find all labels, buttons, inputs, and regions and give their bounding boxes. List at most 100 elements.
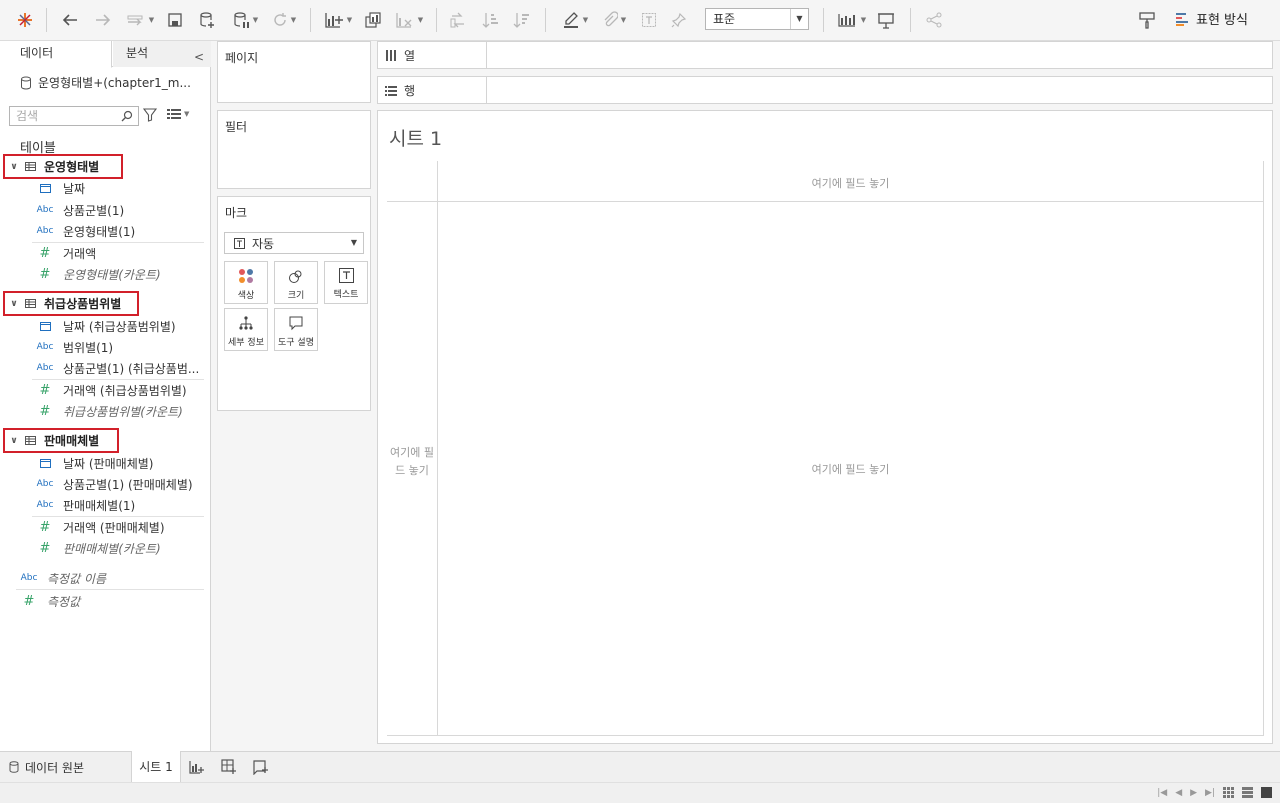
cards-pane: 페이지 필터 마크 자동 ▼ 색상 크기 텍스트 세부 정보 도구 설명 — [212, 41, 377, 751]
field-dimension[interactable]: Abc 범위별(1) — [36, 337, 114, 357]
filter-icon[interactable] — [142, 108, 158, 125]
toolbar: ▼ ▼ ▼ ▼ ▼ ▼ ▼ 표준 ▼ ▼ 표현 방식 — [0, 0, 1280, 41]
field-measure-names[interactable]: Abc 측정값 이름 — [20, 568, 106, 588]
show-sheet-sorter-icon[interactable] — [1223, 787, 1234, 798]
text-icon — [338, 268, 354, 283]
field-date[interactable]: 날짜 (판매매체별) — [36, 453, 153, 473]
show-me-button[interactable]: 표현 방식 — [1176, 9, 1248, 28]
rows-icon — [385, 85, 397, 96]
view-options-icon[interactable]: ▼ — [167, 108, 189, 120]
last-sheet-icon[interactable]: ▶| — [1205, 788, 1215, 798]
datasource-item[interactable]: 운영형태별+(chapter1_m... — [20, 74, 191, 91]
prev-sheet-icon[interactable]: ◀ — [1175, 788, 1182, 798]
tab-sheet-1[interactable]: 시트 1 — [131, 751, 181, 782]
new-datasource-icon[interactable] — [195, 8, 219, 32]
field-measure[interactable]: # 거래액 (판매매체별) — [36, 517, 165, 537]
presentation-mode-icon[interactable] — [874, 8, 898, 32]
field-measure[interactable]: # 취급상품범위별(카운트) — [36, 401, 183, 421]
show-tabs-icon[interactable] — [1261, 787, 1272, 798]
fit-select-value: 표준 — [713, 12, 736, 26]
group-members-icon[interactable]: ▼ — [596, 8, 632, 32]
mark-type-value: 자동 — [252, 236, 275, 251]
table-header-운영형태별[interactable]: ∨ 운영형태별 — [3, 154, 123, 179]
calendar-icon — [36, 321, 54, 331]
field-dimension[interactable]: Abc 상품군별(1) (판매매체별) — [36, 474, 193, 494]
highlight-icon[interactable]: ▼ — [557, 8, 593, 32]
sheet-title[interactable]: 시트 1 — [389, 124, 442, 151]
refresh-icon[interactable]: ▼ — [266, 8, 302, 32]
save-icon[interactable] — [164, 8, 186, 32]
clear-sheet-icon[interactable]: ▼ — [391, 8, 427, 32]
new-dashboard-icon[interactable] — [221, 759, 237, 778]
field-date[interactable]: 날짜 (취급상품범위별) — [36, 316, 176, 336]
table-name: 운영형태별 — [44, 160, 100, 174]
collapse-pane-icon[interactable]: < — [194, 45, 204, 69]
filters-card[interactable]: 필터 — [217, 110, 371, 189]
field-measure[interactable]: # 운영형태별(카운트) — [36, 264, 161, 284]
mark-type-select[interactable]: 자동 ▼ — [224, 232, 364, 254]
pause-auto-update-icon[interactable]: ▼ — [227, 8, 263, 32]
share-icon[interactable] — [922, 8, 946, 32]
format-painter-icon[interactable] — [1136, 8, 1158, 32]
color-button[interactable]: 색상 — [224, 261, 268, 304]
sort-ascending-icon[interactable] — [479, 8, 503, 32]
abc-icon: Abc — [36, 363, 54, 373]
new-worksheet-icon[interactable]: ▼ — [320, 8, 356, 32]
drop-zone-center[interactable]: 여기에 필드 놓기 — [438, 461, 1263, 477]
field-label: 판매매체별(1) — [63, 498, 136, 513]
field-label: 상품군별(1) — [63, 203, 125, 218]
table-name: 취급상품범위별 — [44, 297, 122, 311]
rows-shelf[interactable]: 행 — [377, 76, 1273, 104]
chevron-down-icon: ∨ — [10, 435, 18, 446]
fit-select[interactable]: 표준 ▼ — [705, 8, 809, 30]
drop-zone-top[interactable]: 여기에 필드 놓기 — [438, 175, 1263, 191]
text-button[interactable]: 텍스트 — [324, 261, 368, 304]
first-sheet-icon[interactable]: |◀ — [1157, 788, 1167, 798]
field-label: 거래액 (취급상품범위별) — [63, 383, 187, 398]
redo-icon[interactable] — [91, 8, 115, 32]
columns-shelf[interactable]: 열 — [377, 41, 1273, 69]
search-input[interactable]: 검색 — [9, 106, 139, 126]
pages-card[interactable]: 페이지 — [217, 41, 371, 103]
undo-icon[interactable] — [58, 8, 82, 32]
database-icon — [21, 76, 31, 90]
show-me-label: 표현 방식 — [1196, 13, 1248, 28]
tooltip-button[interactable]: 도구 설명 — [274, 308, 318, 351]
field-dimension[interactable]: Abc 상품군별(1) (취급상품범... — [36, 358, 200, 378]
field-measure[interactable]: # 거래액 — [36, 243, 97, 263]
field-label: 날짜 (취급상품범위별) — [63, 319, 176, 334]
field-date[interactable]: 날짜 — [36, 178, 85, 198]
tab-datasource[interactable]: 데이터 원본 — [9, 752, 84, 782]
tab-analysis[interactable]: 분석 < — [113, 41, 211, 67]
search-icon — [121, 109, 133, 127]
swap-rows-columns-icon[interactable] — [446, 8, 470, 32]
color-icon — [239, 269, 253, 283]
field-label: 운영형태별(카운트) — [63, 267, 161, 282]
fix-axes-icon[interactable] — [667, 8, 691, 32]
size-button[interactable]: 크기 — [274, 261, 318, 304]
new-worksheet-icon[interactable] — [189, 759, 205, 778]
table-icon — [25, 434, 36, 448]
field-label: 거래액 (판매매체별) — [63, 520, 165, 535]
field-dimension[interactable]: Abc 판매매체별(1) — [36, 495, 136, 515]
show-mark-labels-icon[interactable] — [637, 8, 661, 32]
show-filmstrip-icon[interactable] — [1242, 787, 1253, 798]
detail-button[interactable]: 세부 정보 — [224, 308, 268, 351]
sort-descending-icon[interactable] — [510, 8, 534, 32]
field-dimension[interactable]: Abc 운영형태별(1) — [36, 221, 136, 241]
duplicate-sheet-icon[interactable] — [361, 8, 385, 32]
field-measure-values[interactable]: # 측정값 — [20, 591, 81, 611]
abc-icon: Abc — [36, 500, 54, 510]
field-measure[interactable]: # 거래액 (취급상품범위별) — [36, 380, 187, 400]
replace-data-icon[interactable]: ▼ — [122, 8, 158, 32]
new-story-icon[interactable] — [253, 759, 269, 778]
field-dimension[interactable]: Abc 상품군별(1) — [36, 200, 125, 220]
show-cards-icon[interactable]: ▼ — [834, 8, 870, 32]
tableau-logo-icon[interactable] — [14, 8, 36, 32]
tab-data[interactable]: 데이터 — [0, 41, 112, 68]
table-header-판매매체별[interactable]: ∨ 판매매체별 — [3, 428, 119, 453]
next-sheet-icon[interactable]: ▶ — [1190, 788, 1197, 798]
table-header-취급상품범위별[interactable]: ∨ 취급상품범위별 — [3, 291, 139, 316]
drop-zone-left[interactable]: 여기에 필드 놓기 — [387, 444, 437, 479]
field-measure[interactable]: # 판매매체별(카운트) — [36, 538, 161, 558]
